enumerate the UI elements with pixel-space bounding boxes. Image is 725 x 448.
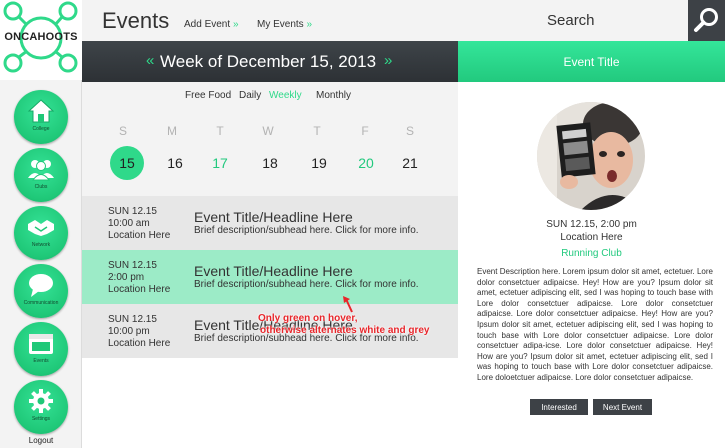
event-title: Event Title/Headline Here xyxy=(194,209,353,225)
logout-link[interactable]: Logout xyxy=(0,436,82,445)
search-input[interactable] xyxy=(458,0,688,41)
event-photo xyxy=(537,102,645,210)
annotation-arrow-icon xyxy=(343,296,353,313)
event-time: 2:00 pm xyxy=(108,272,145,283)
detail-description: Event Description here. Lorem ipsum dolo… xyxy=(477,267,713,382)
event-datetime: SUN 12.15 10:00 am Location Here xyxy=(108,206,170,242)
app-root: ONCAHOOTS College Clubs Network Communic… xyxy=(0,0,725,448)
add-event-label: Add Event xyxy=(184,19,231,30)
event-row-hovered[interactable]: SUN 12.15 2:00 pm Location Here Event Ti… xyxy=(82,250,458,304)
filter-free-food[interactable]: Free Food xyxy=(185,90,231,101)
speech-bubble-icon xyxy=(29,274,53,297)
people-icon xyxy=(28,160,54,181)
detail-title: Event Title xyxy=(563,55,620,69)
calendar-date[interactable]: 21 xyxy=(395,155,425,171)
my-events-link[interactable]: My Events » xyxy=(257,19,312,30)
calendar-date[interactable]: 16 xyxy=(160,155,190,171)
sidebar-item-network[interactable]: Network xyxy=(14,206,68,260)
day-of-week-label: T xyxy=(313,124,321,138)
search-button[interactable] xyxy=(688,0,725,41)
event-location: Location Here xyxy=(108,230,171,241)
next-week-button[interactable]: » xyxy=(384,52,392,69)
week-navigation: « Week of December 15, 2013 » xyxy=(82,41,458,82)
filter-monthly[interactable]: Monthly xyxy=(316,90,351,101)
sidebar-item-college[interactable]: College xyxy=(14,90,68,144)
handshake-icon xyxy=(28,220,54,236)
sidebar-item-label: Network xyxy=(31,242,51,248)
gear-icon xyxy=(29,389,53,413)
search-icon xyxy=(694,8,718,32)
logo[interactable]: ONCAHOOTS xyxy=(0,0,82,80)
sidebar-item-label: College xyxy=(32,126,50,132)
event-title: Event Title/Headline Here xyxy=(194,263,353,279)
event-date: SUN 12.15 xyxy=(108,260,157,271)
calendar-date[interactable]: 20 xyxy=(351,155,381,171)
day-of-week-label: F xyxy=(361,124,369,138)
detail-datetime: SUN 12.15, 2:00 pm xyxy=(546,219,637,230)
event-datetime: SUN 12.15 10:00 pm Location Here xyxy=(108,314,170,350)
week-title: Week of December 15, 2013 xyxy=(160,52,377,71)
event-time: 10:00 am xyxy=(108,218,150,229)
sidebar-item-label: Communication xyxy=(23,300,59,306)
event-datetime: SUN 12.15 2:00 pm Location Here xyxy=(108,260,170,296)
next-event-button[interactable]: Next Event xyxy=(593,399,652,415)
calendar-date-selected[interactable]: 15 xyxy=(110,146,144,180)
event-description: Brief description/subhead here. Click fo… xyxy=(194,279,419,290)
sidebar-item-clubs[interactable]: Clubs xyxy=(14,148,68,202)
event-date: SUN 12.15 xyxy=(108,206,157,217)
day-of-week-label: T xyxy=(216,124,224,138)
detail-location: Location Here xyxy=(560,232,623,243)
sidebar-item-communication[interactable]: Communication xyxy=(14,264,68,318)
event-detail-panel: SUN 12.15, 2:00 pm Location Here Running… xyxy=(458,82,725,448)
prev-week-button[interactable]: « xyxy=(146,52,154,69)
sidebar: ONCAHOOTS College Clubs Network Communic… xyxy=(0,0,82,448)
search-bar xyxy=(458,0,725,41)
sidebar-item-label: Clubs xyxy=(34,184,48,190)
event-row[interactable]: SUN 12.15 10:00 am Location Here Event T… xyxy=(82,196,458,250)
header: Events Add Event » My Events » xyxy=(82,0,458,41)
double-arrow-right-icon: » xyxy=(306,19,313,30)
logo-text: ONCAHOOTS xyxy=(4,31,78,43)
filter-weekly[interactable]: Weekly xyxy=(269,90,302,101)
filter-daily[interactable]: Daily xyxy=(239,90,261,101)
sidebar-item-settings[interactable]: Settings xyxy=(14,380,68,434)
house-icon xyxy=(27,99,55,123)
annotation-line: Only green on hover, xyxy=(258,313,358,324)
sidebar-item-events[interactable]: Events xyxy=(14,322,68,376)
detail-organizer-link[interactable]: Running Club xyxy=(458,248,725,259)
calendar-date[interactable]: 19 xyxy=(304,155,334,171)
my-events-label: My Events xyxy=(257,19,304,30)
annotation-note: Only green on hover, otherwise alternate… xyxy=(258,313,430,337)
day-of-week-label: S xyxy=(118,124,127,138)
double-arrow-right-icon: » xyxy=(232,19,239,30)
sidebar-item-label: Events xyxy=(33,358,49,364)
detail-title-bar: Event Title xyxy=(458,41,725,82)
day-of-week-label: M xyxy=(167,124,177,138)
week-calendar: Free Food Daily Weekly Monthly S M T W T… xyxy=(82,82,458,196)
calendar-date[interactable]: 17 xyxy=(205,155,235,171)
event-date: SUN 12.15 xyxy=(108,314,157,325)
sidebar-item-label: Settings xyxy=(31,416,51,422)
interested-button[interactable]: Interested xyxy=(530,399,588,415)
add-event-link[interactable]: Add Event » xyxy=(184,19,239,30)
event-photo-image xyxy=(537,102,645,210)
event-location: Location Here xyxy=(108,284,171,295)
date-number: 15 xyxy=(119,155,135,171)
calendar-icon xyxy=(29,334,53,354)
day-of-week-label: S xyxy=(405,124,414,138)
annotation-line: otherwise alternates white and grey xyxy=(260,325,430,336)
calendar-date[interactable]: 18 xyxy=(255,155,285,171)
event-description: Brief description/subhead here. Click fo… xyxy=(194,225,419,236)
page-title: Events xyxy=(102,8,170,33)
day-of-week-label: W xyxy=(262,124,274,138)
event-list-empty-area xyxy=(82,358,458,448)
event-location: Location Here xyxy=(108,338,171,349)
event-time: 10:00 pm xyxy=(108,326,150,337)
